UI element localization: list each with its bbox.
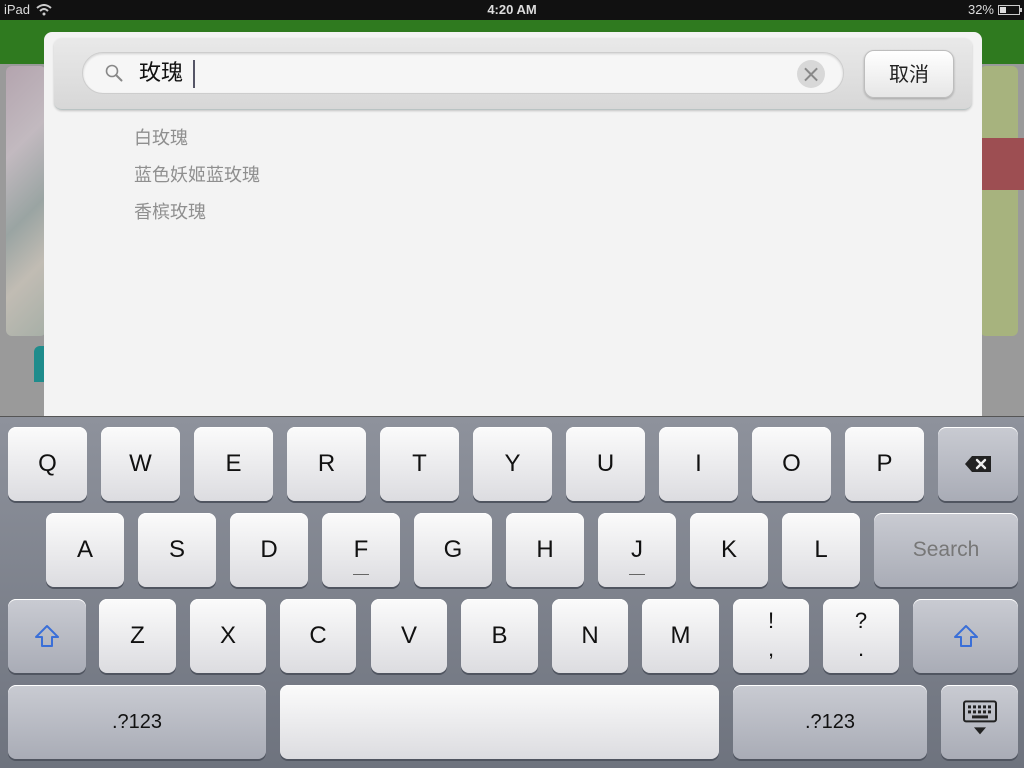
- battery-icon: [998, 4, 1022, 15]
- keyboard-dismiss-icon: [962, 700, 997, 735]
- key-i[interactable]: I: [659, 427, 738, 501]
- key-k[interactable]: K: [690, 513, 768, 587]
- key-t[interactable]: T: [380, 427, 459, 501]
- cancel-button[interactable]: 取消: [864, 50, 954, 98]
- search-header: 玫瑰 × 取消: [54, 38, 972, 110]
- backspace-key[interactable]: [938, 427, 1018, 501]
- onscreen-keyboard: Q W E R T Y U I O P A S D F G H J K L Se…: [0, 416, 1024, 768]
- key-p[interactable]: P: [845, 427, 924, 501]
- numbers-key-right[interactable]: .?123: [733, 685, 927, 759]
- search-panel: 玫瑰 × 取消 白玫瑰 蓝色妖姬蓝玫瑰 香槟玫瑰: [44, 32, 982, 416]
- text-caret: [193, 60, 195, 88]
- key-z[interactable]: Z: [99, 599, 176, 673]
- key-e[interactable]: E: [194, 427, 273, 501]
- key-d[interactable]: D: [230, 513, 308, 587]
- status-time: 4:20 AM: [487, 2, 537, 17]
- key-n[interactable]: N: [552, 599, 628, 673]
- key-v[interactable]: V: [371, 599, 447, 673]
- key-j-label: J: [631, 536, 643, 563]
- key-b[interactable]: B: [461, 599, 538, 673]
- shift-arrow-icon: [35, 625, 59, 647]
- suggestion-list: 白玫瑰 蓝色妖姬蓝玫瑰 香槟玫瑰: [134, 126, 260, 237]
- key-o[interactable]: O: [752, 427, 831, 501]
- suggestion-item[interactable]: 蓝色妖姬蓝玫瑰: [134, 163, 260, 200]
- key-l[interactable]: L: [782, 513, 860, 587]
- search-query-text: 玫瑰: [139, 61, 184, 86]
- space-bar[interactable]: [280, 685, 719, 759]
- key-punct-upper: !: [767, 608, 775, 633]
- key-punct-lower: ,: [767, 636, 775, 661]
- key-r[interactable]: R: [287, 427, 366, 501]
- key-question-period[interactable]: ? .: [823, 599, 899, 673]
- home-row-marker: [353, 574, 369, 575]
- key-y[interactable]: Y: [473, 427, 552, 501]
- key-s[interactable]: S: [138, 513, 216, 587]
- backspace-icon: [965, 456, 991, 472]
- background-panel-right: [980, 66, 1018, 336]
- key-a[interactable]: A: [46, 513, 124, 587]
- suggestion-item[interactable]: 香槟玫瑰: [134, 200, 260, 237]
- key-q[interactable]: Q: [8, 427, 87, 501]
- shift-key-left[interactable]: [8, 599, 86, 673]
- shift-arrow-icon: [953, 625, 978, 647]
- suggestion-item[interactable]: 白玫瑰: [134, 126, 260, 163]
- key-c[interactable]: C: [280, 599, 356, 673]
- key-exclamation-comma[interactable]: ! ,: [733, 599, 809, 673]
- status-right: 32%: [967, 2, 1022, 17]
- background-badge-right: [980, 138, 1024, 190]
- shift-key-right[interactable]: [913, 599, 1018, 673]
- key-x[interactable]: X: [190, 599, 266, 673]
- status-bar: iPad 4:20 AM 32%: [0, 0, 1024, 20]
- background-image-left: [6, 66, 46, 336]
- key-punct-lower: .: [857, 636, 865, 661]
- key-punct-upper: ?: [854, 608, 868, 633]
- key-u[interactable]: U: [566, 427, 645, 501]
- home-row-marker: [629, 574, 645, 575]
- key-f-label: F: [353, 536, 369, 563]
- key-j[interactable]: J: [598, 513, 676, 587]
- battery-percent: 32%: [967, 2, 994, 17]
- search-icon: [105, 64, 123, 82]
- dismiss-keyboard-key[interactable]: [941, 685, 1018, 759]
- key-m[interactable]: M: [642, 599, 719, 673]
- clear-search-icon[interactable]: ×: [797, 60, 825, 88]
- search-key[interactable]: Search: [874, 513, 1018, 587]
- key-f[interactable]: F: [322, 513, 400, 587]
- key-g[interactable]: G: [414, 513, 492, 587]
- key-w[interactable]: W: [101, 427, 180, 501]
- search-input[interactable]: 玫瑰 ×: [82, 52, 844, 94]
- numbers-key-left[interactable]: .?123: [8, 685, 266, 759]
- key-h[interactable]: H: [506, 513, 584, 587]
